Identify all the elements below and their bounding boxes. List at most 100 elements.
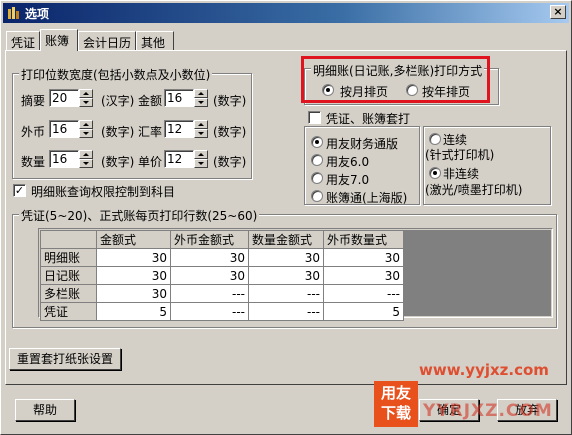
zhangbutong-label[interactable]: 账簿通(上海版)	[326, 189, 407, 206]
grid-cell[interactable]: 30	[96, 284, 171, 303]
foreign-currency-label: 外币	[21, 125, 46, 139]
watermark-domain: YYRJXZ.COM	[423, 401, 553, 421]
foreign-currency-width-value[interactable]: 16	[49, 120, 79, 138]
unit-price-label: 单价	[138, 155, 163, 169]
column-header: 数量金额式	[248, 230, 324, 249]
grid-cell[interactable]: 30	[248, 266, 324, 285]
quantity-unit: (数字)	[101, 155, 135, 169]
yonyou-6-label[interactable]: 用友6.0	[326, 153, 369, 170]
table-row: 明细账 30 30 30 30	[40, 248, 404, 267]
continuous-sub-label: (针式打印机)	[425, 148, 495, 162]
options-dialog: 选项 × 凭证 账簿 会计日历 其他 打印位数宽度(包括小数点及小数位) 摘要 …	[0, 0, 572, 435]
non-continuous-radio[interactable]	[429, 167, 441, 179]
quantity-width-value[interactable]: 16	[49, 150, 79, 168]
spin-up-icon[interactable]	[79, 150, 93, 159]
row-header: 明细账	[40, 248, 97, 267]
zhangbutong-radio[interactable]	[311, 190, 323, 202]
grid-cell: ---	[323, 284, 404, 303]
unit-price-width-spinner[interactable]: 12	[164, 150, 208, 168]
yonyou-caiwutong-label[interactable]: 用友财务通版	[326, 135, 398, 152]
spin-up-icon[interactable]	[194, 89, 208, 98]
grid-cell[interactable]: 30	[96, 248, 171, 267]
summary-unit: (汉字)	[101, 94, 135, 108]
yonyou-6-radio[interactable]	[311, 154, 323, 166]
grid-empty-area	[403, 230, 551, 316]
spin-down-icon[interactable]	[79, 159, 93, 168]
quantity-label: 数量	[21, 155, 46, 169]
grid-cell[interactable]: 30	[323, 266, 404, 285]
grid-cell[interactable]: 5	[96, 302, 171, 321]
foreign-currency-unit: (数字)	[101, 125, 135, 139]
grid-cell: ---	[170, 302, 249, 321]
tab-ledger[interactable]: 账簿	[40, 29, 78, 51]
spin-down-icon[interactable]	[194, 159, 208, 168]
grid-cell[interactable]: 30	[170, 266, 249, 285]
continuous-radio[interactable]	[429, 133, 441, 145]
close-button[interactable]: ×	[550, 5, 566, 19]
yonyou-7-radio[interactable]	[311, 172, 323, 184]
tab-accounting-calendar[interactable]: 会计日历	[78, 31, 136, 50]
exchange-rate-unit: (数字)	[213, 125, 247, 139]
voucher-set-checkbox[interactable]	[308, 111, 321, 124]
grid-cell: ---	[248, 302, 324, 321]
grid-cell: ---	[248, 284, 324, 303]
non-continuous-sub-label: (激光/喷墨打印机)	[425, 183, 523, 197]
rows-per-page-legend: 凭证(5~20)、正式账每页打印行数(25~60)	[19, 207, 260, 224]
unit-price-unit: (数字)	[213, 155, 247, 169]
exchange-rate-width-value[interactable]: 12	[164, 120, 194, 138]
help-button[interactable]: 帮助	[15, 399, 75, 421]
exchange-rate-label: 汇率	[138, 125, 163, 139]
tab-other[interactable]: 其他	[136, 31, 174, 50]
spin-up-icon[interactable]	[194, 150, 208, 159]
column-header: 金额式	[96, 230, 171, 249]
tab-voucher[interactable]: 凭证	[6, 31, 40, 50]
red-highlight-box	[301, 56, 490, 103]
app-icon	[8, 7, 19, 19]
spin-down-icon[interactable]	[194, 129, 208, 138]
row-header: 多栏账	[40, 284, 97, 303]
ledger-permission-checkbox[interactable]: ✓	[13, 184, 26, 197]
title-bar[interactable]: 选项 ×	[3, 3, 569, 23]
yonyou-7-label[interactable]: 用友7.0	[326, 171, 369, 188]
print-width-legend: 打印位数宽度(包括小数点及小数位)	[19, 66, 213, 83]
yonyou-caiwutong-radio[interactable]	[311, 136, 323, 148]
summary-width-value[interactable]: 20	[49, 89, 79, 107]
summary-width-spinner[interactable]: 20	[49, 89, 93, 107]
grid-cell: ---	[170, 284, 249, 303]
grid-cell[interactable]: 30	[323, 248, 404, 267]
grid-cell[interactable]: 30	[96, 266, 171, 285]
spin-down-icon[interactable]	[79, 129, 93, 138]
voucher-set-label[interactable]: 凭证、账簿套打	[326, 110, 410, 127]
spin-up-icon[interactable]	[79, 120, 93, 129]
spin-up-icon[interactable]	[79, 89, 93, 98]
reset-print-paper-button[interactable]: 重置套打纸张设置	[9, 348, 121, 370]
exchange-rate-width-spinner[interactable]: 12	[164, 120, 208, 138]
grid-cell[interactable]: 5	[323, 302, 404, 321]
spin-down-icon[interactable]	[194, 98, 208, 107]
foreign-currency-width-spinner[interactable]: 16	[49, 120, 93, 138]
amount-width-spinner[interactable]: 16	[164, 89, 208, 107]
watermark-logo-bottom: 下载	[380, 404, 411, 422]
watermark-logo: 用友 下载	[374, 381, 418, 427]
grid-cell[interactable]: 30	[248, 248, 324, 267]
quantity-width-spinner[interactable]: 16	[49, 150, 93, 168]
grid-corner-cell	[40, 230, 97, 249]
ledger-permission-label[interactable]: 明细账查询权限控制到科目	[31, 183, 175, 200]
amount-width-value[interactable]: 16	[164, 89, 194, 107]
grid-cell[interactable]: 30	[170, 248, 249, 267]
table-row: 凭证 5 --- --- 5	[40, 302, 404, 321]
unit-price-width-value[interactable]: 12	[164, 150, 194, 168]
watermark-site: www.yyjxz.com	[419, 361, 549, 379]
spin-down-icon[interactable]	[79, 98, 93, 107]
amount-label: 金额	[138, 94, 163, 108]
grid-header-row: 金额式 外币金额式 数量金额式 外币数量式	[40, 230, 404, 249]
column-header: 外币数量式	[323, 230, 404, 249]
amount-unit: (数字)	[213, 94, 247, 108]
window-title: 选项	[25, 7, 50, 21]
row-header: 凭证	[40, 302, 97, 321]
rows-per-page-grid: 金额式 外币金额式 数量金额式 外币数量式 明细账 30 30 30 30 日记…	[40, 230, 404, 321]
table-row: 多栏账 30 --- --- ---	[40, 284, 404, 303]
row-header: 日记账	[40, 266, 97, 285]
spin-up-icon[interactable]	[194, 120, 208, 129]
non-continuous-label[interactable]: 非连续	[443, 165, 479, 182]
